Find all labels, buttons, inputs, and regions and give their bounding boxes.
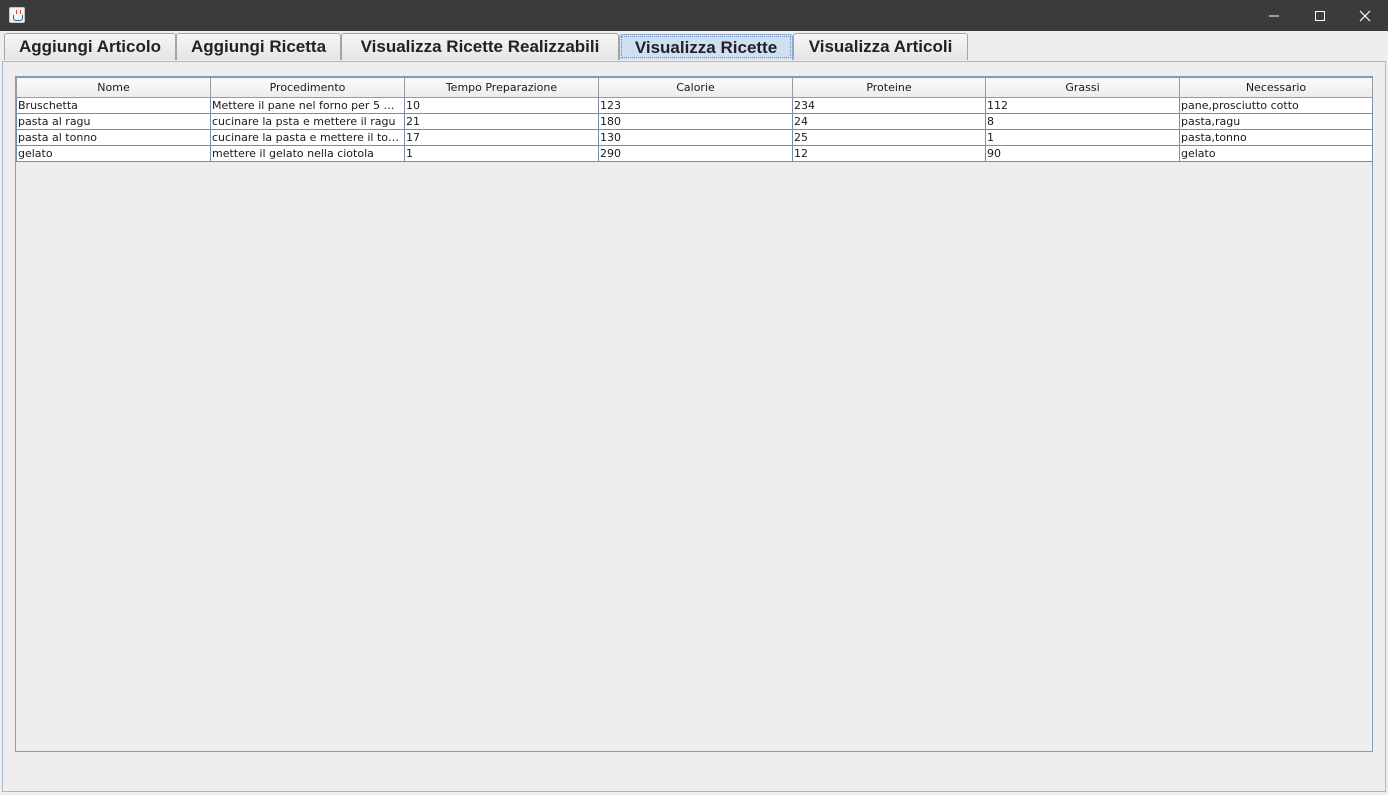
table-row[interactable]: pasta al ragu cucinare la psta e mettere… [16,113,1373,130]
table-cell[interactable]: pasta,tonno [1179,129,1373,146]
table-cell[interactable]: 10 [404,97,599,114]
column-header-tempo-preparazione[interactable]: Tempo Preparazione [404,77,599,98]
table-cell[interactable]: mettere il gelato nella ciotola [210,145,405,162]
table-cell[interactable]: 234 [792,97,986,114]
close-button[interactable] [1342,0,1388,31]
tab-aggiungi-articolo[interactable]: Aggiungi Articolo [4,33,176,60]
table-cell[interactable]: 17 [404,129,599,146]
tab-visualizza-articoli[interactable]: Visualizza Articoli [793,33,968,60]
column-header-necessario[interactable]: Necessario [1179,77,1373,98]
table-cell[interactable]: 1 [985,129,1180,146]
tab-bar: Aggiungi Articolo Aggiungi Ricetta Visua… [0,31,1388,62]
column-header-procedimento[interactable]: Procedimento [210,77,405,98]
table-cell[interactable]: 290 [598,145,793,162]
column-header-nome[interactable]: Nome [16,77,211,98]
table-cell[interactable]: pasta al tonno [16,129,211,146]
recipes-table[interactable]: Nome Procedimento Tempo Preparazione Cal… [16,77,1373,162]
table-cell[interactable]: Bruschetta [16,97,211,114]
window-titlebar [0,0,1388,31]
java-app-icon [9,7,25,23]
table-row[interactable]: pasta al tonno cucinare la pasta e mette… [16,129,1373,146]
table-cell[interactable]: 21 [404,113,599,130]
tab-aggiungi-ricetta[interactable]: Aggiungi Ricetta [176,33,341,60]
minimize-icon [1269,15,1279,16]
table-cell[interactable]: Mettere il pane nel forno per 5 mi... [210,97,405,114]
maximize-button[interactable] [1297,0,1343,31]
minimize-button[interactable] [1251,0,1297,31]
table-cell[interactable]: 12 [792,145,986,162]
table-cell[interactable]: 1 [404,145,599,162]
table-cell[interactable]: pasta,ragu [1179,113,1373,130]
table-cell[interactable]: 180 [598,113,793,130]
column-header-calorie[interactable]: Calorie [598,77,793,98]
table-cell[interactable]: cucinare la psta e mettere il ragu [210,113,405,130]
column-header-proteine[interactable]: Proteine [792,77,986,98]
table-cell[interactable]: 25 [792,129,986,146]
table-cell[interactable]: gelato [16,145,211,162]
table-cell[interactable]: 90 [985,145,1180,162]
table-row[interactable]: gelato mettere il gelato nella ciotola 1… [16,145,1373,162]
table-cell[interactable]: pane,prosciutto cotto [1179,97,1373,114]
table-cell[interactable]: 8 [985,113,1180,130]
tab-visualizza-ricette[interactable]: Visualizza Ricette [619,34,793,60]
table-cell[interactable]: gelato [1179,145,1373,162]
table-cell[interactable]: pasta al ragu [16,113,211,130]
recipes-table-scrollpane[interactable]: Nome Procedimento Tempo Preparazione Cal… [15,76,1373,752]
table-cell[interactable]: 112 [985,97,1180,114]
table-cell[interactable]: 123 [598,97,793,114]
maximize-icon [1315,10,1325,21]
tab-visualizza-ricette-realizzabili[interactable]: Visualizza Ricette Realizzabili [341,33,619,60]
table-cell[interactable]: 130 [598,129,793,146]
table-cell[interactable]: cucinare la pasta e mettere il ton... [210,129,405,146]
close-icon [1359,10,1371,21]
table-row[interactable]: Bruschetta Mettere il pane nel forno per… [16,97,1373,114]
table-cell[interactable]: 24 [792,113,986,130]
table-header-row: Nome Procedimento Tempo Preparazione Cal… [16,77,1373,98]
column-header-grassi[interactable]: Grassi [985,77,1180,98]
